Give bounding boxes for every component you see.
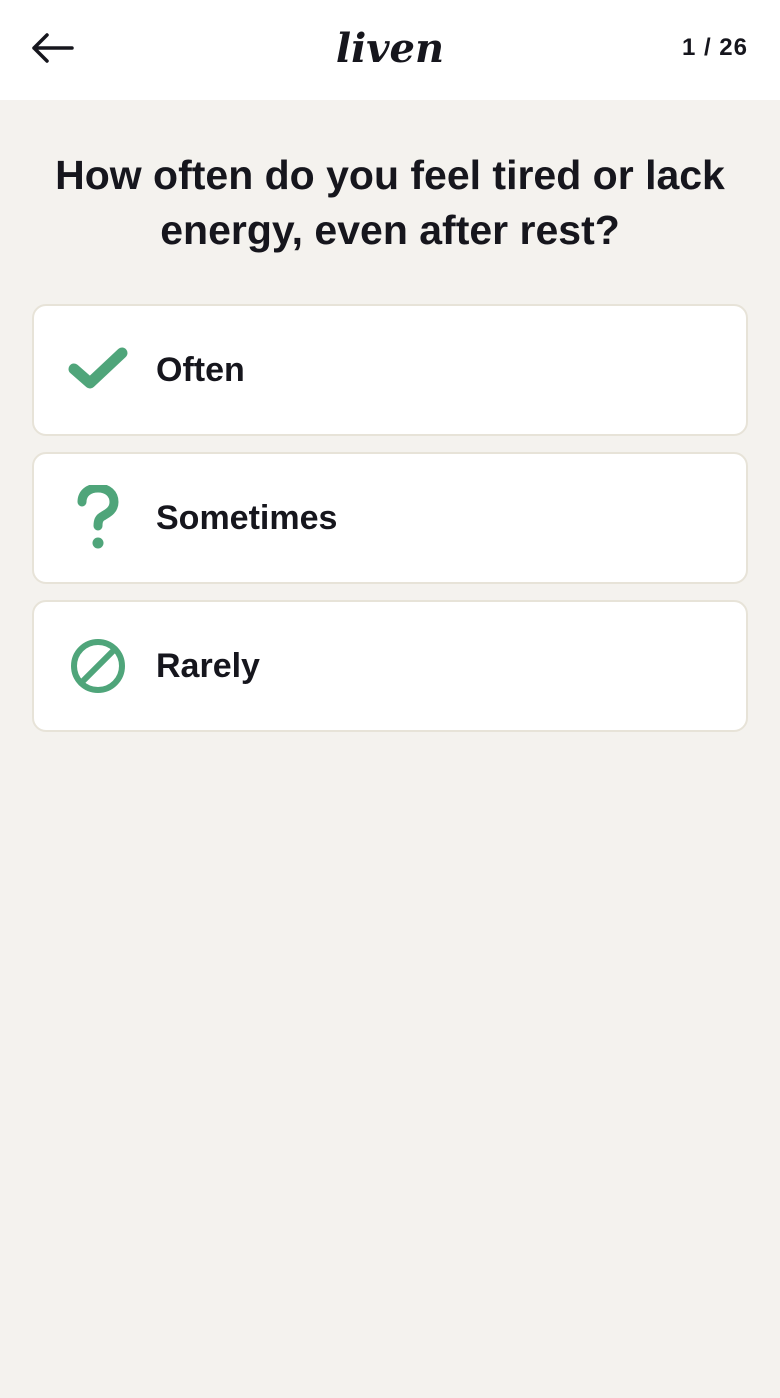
liven-logo: liven	[335, 24, 445, 72]
option-rarely[interactable]: Rarely	[32, 600, 748, 732]
prohibited-icon	[68, 636, 128, 696]
question-title: How often do you feel tired or lack ener…	[55, 152, 725, 253]
option-label: Sometimes	[156, 498, 338, 537]
question-mark-icon	[68, 485, 128, 549]
question-progress: 1 / 26	[681, 34, 748, 61]
arrow-left-icon	[32, 33, 74, 63]
checkmark-icon	[68, 340, 128, 400]
option-often[interactable]: Often	[32, 304, 748, 436]
back-button[interactable]	[24, 22, 80, 74]
option-sometimes[interactable]: Sometimes	[32, 452, 748, 584]
answer-options: Often Sometimes Rarely	[32, 304, 748, 748]
option-label: Rarely	[156, 646, 260, 685]
option-label: Often	[156, 350, 245, 389]
top-bar: liven 1 / 26	[0, 0, 780, 100]
